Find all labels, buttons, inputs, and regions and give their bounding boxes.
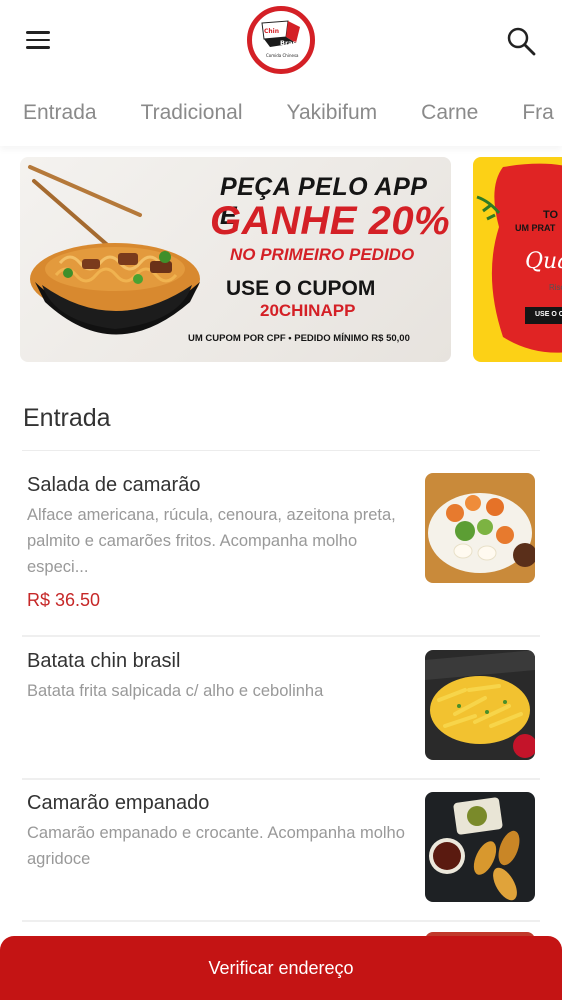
logo-text-mid: Brasil [280, 39, 301, 47]
banner2-button[interactable]: USE O C [525, 307, 562, 324]
item-separator [22, 778, 540, 780]
promo-banner-main[interactable]: PEÇA PELO APP E GANHE 20% NO PRIMEIRO PE… [20, 157, 451, 362]
item-price: R$ 36.50 [27, 590, 101, 610]
item-name: Salada de camarão [27, 474, 201, 496]
banner2-title: TO [543, 209, 559, 221]
item-image[interactable] [425, 473, 535, 583]
tab-fra[interactable]: Fra [522, 101, 554, 125]
logo-text-top: Chin [264, 28, 279, 35]
tab-yakibifum[interactable]: Yakibifum [287, 101, 378, 125]
logo-text-bottom: Comida Chinesa [266, 53, 299, 58]
banner2-small-text: Risc [549, 283, 562, 292]
banner2-script-text: Qua [525, 249, 562, 274]
item-name: Batata chin brasil [27, 650, 181, 672]
promo-carousel[interactable]: PEÇA PELO APP E GANHE 20% NO PRIMEIRO PE… [0, 157, 562, 363]
tab-tradicional[interactable]: Tradicional [141, 101, 243, 125]
promo-coupon-code: 20CHINAPP [260, 301, 356, 320]
item-description: Camarão empanado e crocante. Acompanha m… [27, 824, 405, 868]
verify-address-button[interactable]: Verificar endereço [0, 936, 562, 1000]
banner2-subtitle: UM PRAT [515, 223, 556, 233]
logo-emblem: Chin Brasil Comida Chinesa [261, 20, 301, 58]
menu-item[interactable]: Camarão empanado Camarão empanado e croc… [22, 790, 540, 922]
promo-first-order: NO PRIMEIRO PEDIDO [230, 245, 415, 264]
menu-item[interactable]: Salada de camarão Alface americana, rúcu… [22, 470, 540, 638]
item-separator [22, 635, 540, 637]
item-description: Batata frita salpicada c/ alho e cebolin… [27, 682, 324, 700]
section-title: Entrada [23, 404, 111, 432]
category-tabs: Entrada Tradicional Yakibifum Carne Fra [0, 80, 562, 146]
hamburger-menu-icon[interactable] [20, 24, 56, 56]
promo-discount: GANHE 20% [210, 199, 451, 243]
menu-item[interactable]: Batata chin brasil Batata frita salpicad… [22, 648, 540, 780]
tab-carne[interactable]: Carne [421, 101, 478, 125]
search-icon[interactable] [504, 24, 538, 58]
item-name: Camarão empanado [27, 792, 210, 814]
section-divider [22, 450, 540, 451]
top-header: Chin Brasil Comida Chinesa [0, 0, 562, 80]
item-description: Alface americana, rúcula, cenoura, azeit… [27, 506, 396, 576]
promo-banner-second[interactable]: TO UM PRAT Qua Risc USE O C [473, 157, 562, 362]
item-image[interactable] [425, 792, 535, 902]
item-separator [22, 920, 540, 922]
restaurant-logo[interactable]: Chin Brasil Comida Chinesa [247, 6, 315, 74]
promo-terms: UM CUPOM POR CPF • PEDIDO MÍNIMO R$ 50,0… [188, 333, 410, 344]
app-screen: Chin Brasil Comida Chinesa Entrada Tradi… [0, 0, 562, 1000]
item-image[interactable] [425, 650, 535, 760]
tab-entrada[interactable]: Entrada [23, 101, 97, 125]
promo-coupon-label: USE O CUPOM [226, 277, 376, 300]
